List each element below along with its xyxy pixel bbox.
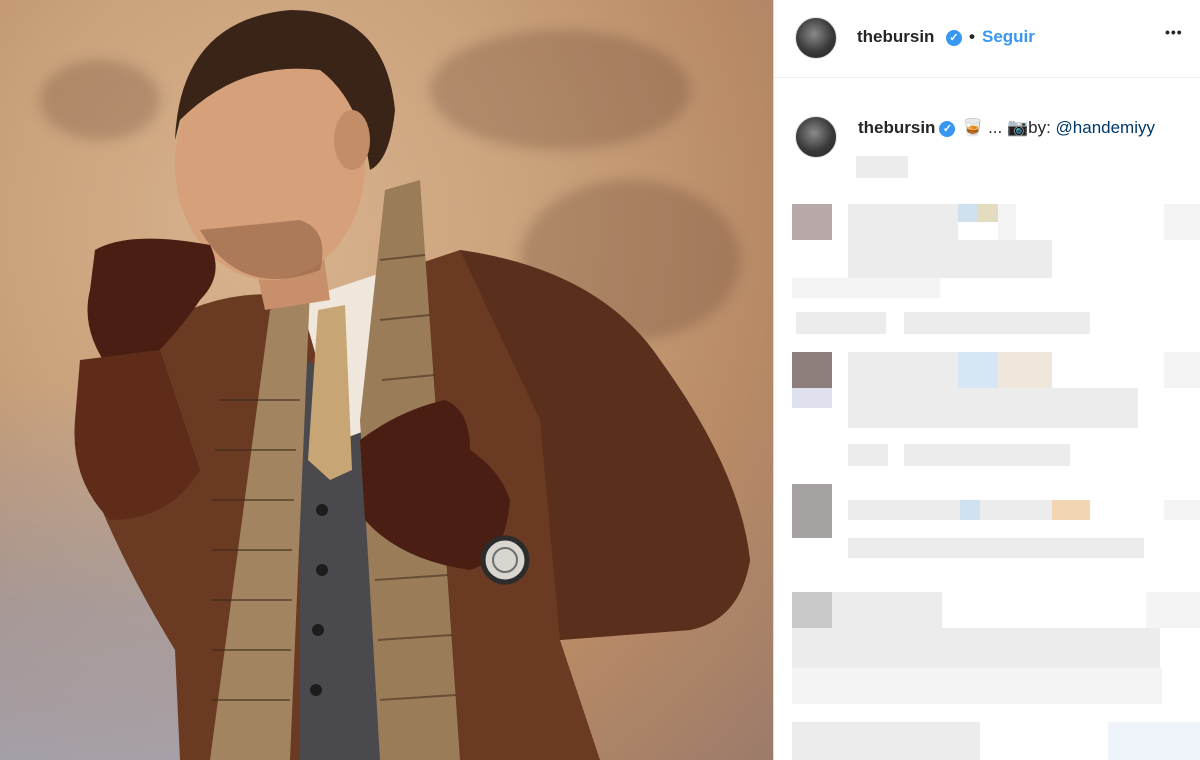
author-avatar[interactable] bbox=[795, 17, 837, 59]
comment-avatar bbox=[792, 592, 832, 628]
like-icon-blurred bbox=[1164, 500, 1200, 520]
comment-avatar-blurred bbox=[792, 388, 832, 408]
caption-text: 🥃 ... 📷by: bbox=[957, 118, 1056, 137]
caption-avatar[interactable] bbox=[795, 116, 837, 158]
comment-text-blurred bbox=[832, 592, 942, 628]
post-photo[interactable] bbox=[0, 0, 773, 760]
man-in-suit-illustration bbox=[74, 10, 750, 760]
comment-meta-blurred bbox=[796, 312, 886, 334]
comment-meta-blurred bbox=[848, 444, 888, 466]
post-header: thebursin ✓ • Seguir ••• bbox=[774, 0, 1200, 78]
like-icon-blurred bbox=[1164, 352, 1200, 388]
comment-emoji-blurred bbox=[978, 204, 998, 222]
comment-emoji-blurred bbox=[958, 204, 978, 222]
like-icon-blurred bbox=[1108, 722, 1200, 760]
caption-verified-icon: ✓ bbox=[939, 121, 956, 137]
comment-text-blurred bbox=[998, 352, 1052, 388]
comment-text-blurred bbox=[792, 628, 1160, 668]
comment-text-blurred bbox=[848, 240, 1052, 278]
comment-emoji-blurred bbox=[960, 500, 980, 520]
comment-meta-blurred bbox=[904, 312, 1090, 334]
comment-avatar bbox=[792, 204, 832, 240]
comment-avatar bbox=[792, 722, 832, 760]
comment-text-blurred bbox=[980, 500, 1052, 520]
verified-icon: ✓ bbox=[946, 30, 962, 46]
caption-username[interactable]: thebursin bbox=[858, 118, 935, 137]
like-icon-blurred bbox=[1146, 592, 1200, 628]
follow-button[interactable]: Seguir bbox=[982, 27, 1035, 47]
comment-text-blurred bbox=[848, 204, 958, 240]
panel-divider bbox=[773, 0, 774, 760]
comment-meta-blurred bbox=[848, 538, 1144, 558]
comment-meta-blurred bbox=[792, 278, 940, 298]
comment-text-blurred bbox=[792, 668, 1162, 704]
like-icon-blurred bbox=[1164, 204, 1200, 240]
caption-timestamp-blurred bbox=[856, 156, 908, 178]
comment-meta-blurred bbox=[904, 444, 1070, 466]
comment-text-blurred bbox=[832, 722, 980, 760]
comment-text-blurred bbox=[848, 352, 958, 388]
separator-dot: • bbox=[969, 27, 975, 46]
comment-avatar bbox=[792, 484, 832, 538]
comment-text-blurred bbox=[998, 204, 1016, 240]
comment-emoji-blurred bbox=[958, 352, 998, 388]
comment-emoji-blurred bbox=[1052, 500, 1090, 520]
comment-text-blurred bbox=[848, 388, 1138, 428]
comment-avatar bbox=[792, 352, 832, 388]
caption: thebursin ✓ 🥃 ... 📷by: @handemiyy bbox=[858, 118, 1155, 138]
caption-mention-link[interactable]: @handemiyy bbox=[1056, 118, 1155, 137]
more-options-icon[interactable]: ••• bbox=[1165, 24, 1183, 40]
comment-text-blurred bbox=[848, 500, 960, 520]
author-username[interactable]: thebursin bbox=[857, 27, 934, 47]
